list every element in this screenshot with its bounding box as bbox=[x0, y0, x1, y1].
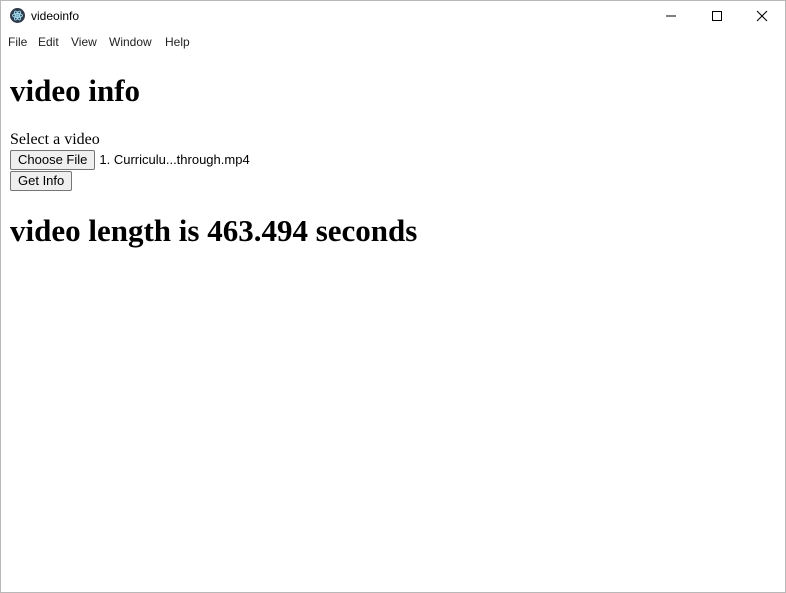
electron-app-icon bbox=[10, 8, 25, 23]
page-title: video info bbox=[10, 73, 141, 108]
menu-bar: File Edit View Window Help bbox=[1, 32, 785, 52]
select-video-label: Select a video bbox=[10, 131, 100, 148]
file-input[interactable]: Choose File 1. Curriculu...through.mp4 bbox=[10, 150, 250, 172]
menu-window[interactable]: Window bbox=[109, 35, 152, 49]
menu-help[interactable]: Help bbox=[165, 35, 190, 49]
menu-edit[interactable]: Edit bbox=[38, 35, 59, 49]
maximize-button[interactable] bbox=[694, 1, 740, 31]
chosen-file-name: 1. Curriculu...through.mp4 bbox=[99, 152, 250, 167]
minimize-icon bbox=[666, 15, 676, 17]
get-info-button[interactable]: Get Info bbox=[10, 171, 73, 191]
page-content: video info Select a video Choose File 1. … bbox=[10, 53, 785, 592]
app-window: videoinfo File Edit View Window Help vid… bbox=[0, 0, 786, 593]
close-icon bbox=[756, 10, 768, 22]
menu-file[interactable]: File bbox=[8, 35, 27, 49]
video-length-result: video length is 463.494 seconds bbox=[10, 213, 418, 248]
menu-view[interactable]: View bbox=[71, 35, 97, 49]
minimize-button[interactable] bbox=[648, 1, 694, 31]
maximize-icon bbox=[712, 11, 722, 21]
window-title: videoinfo bbox=[31, 9, 80, 23]
title-bar[interactable]: videoinfo bbox=[1, 1, 785, 31]
close-button[interactable] bbox=[739, 1, 785, 31]
choose-file-button[interactable]: Choose File bbox=[10, 150, 96, 170]
